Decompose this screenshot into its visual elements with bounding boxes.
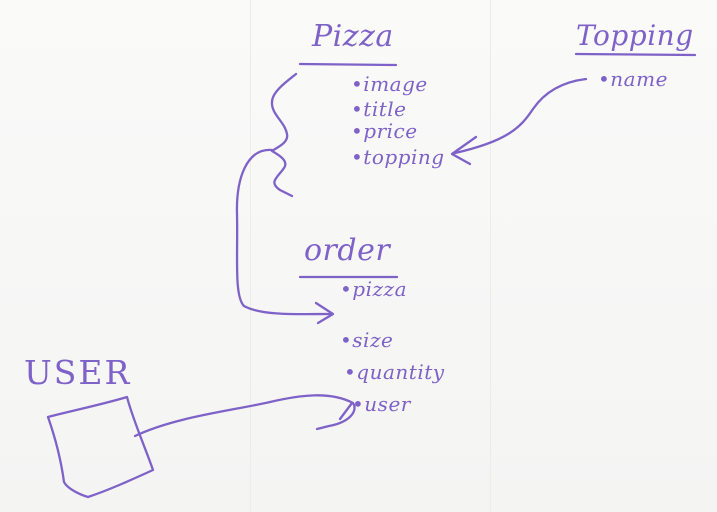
pizza-field-topping: •topping [351, 145, 445, 169]
pizza-brace [270, 72, 298, 198]
topping-title-underline [574, 52, 697, 57]
whiteboard: Pizza •image •title •price •topping Topp… [0, 0, 717, 512]
topping-model-title: Topping [576, 19, 694, 52]
pizza-field-image: •image [351, 72, 428, 96]
order-field-quantity: •quantity [344, 360, 445, 384]
topping-field-name-label: name [610, 67, 668, 91]
user-model-title: USER [24, 353, 132, 392]
user-box [46, 395, 155, 499]
order-model-title: order [304, 233, 391, 268]
user-connector [133, 394, 356, 438]
pizza-field-topping-label: topping [363, 145, 445, 169]
pizza-field-image-label: image [363, 72, 428, 96]
order-field-pizza-label: pizza [352, 277, 407, 301]
order-field-size-label: size [352, 328, 394, 352]
pizza-field-price-label: price [363, 119, 418, 143]
topping-connector [453, 77, 588, 155]
order-field-pizza: •pizza [340, 277, 407, 301]
pizza-field-price: •price [351, 119, 418, 143]
pizza-field-title-label: title [363, 97, 407, 121]
topping-field-name: •name [598, 67, 668, 91]
pizza-title-underline [298, 62, 398, 67]
order-field-size: •size [340, 328, 394, 352]
order-field-user-label: user [364, 392, 411, 416]
order-field-user: •user [352, 392, 411, 416]
order-field-quantity-label: quantity [356, 360, 445, 384]
pizza-field-title: •title [351, 97, 407, 121]
pizza-model-title: Pizza [312, 19, 394, 54]
